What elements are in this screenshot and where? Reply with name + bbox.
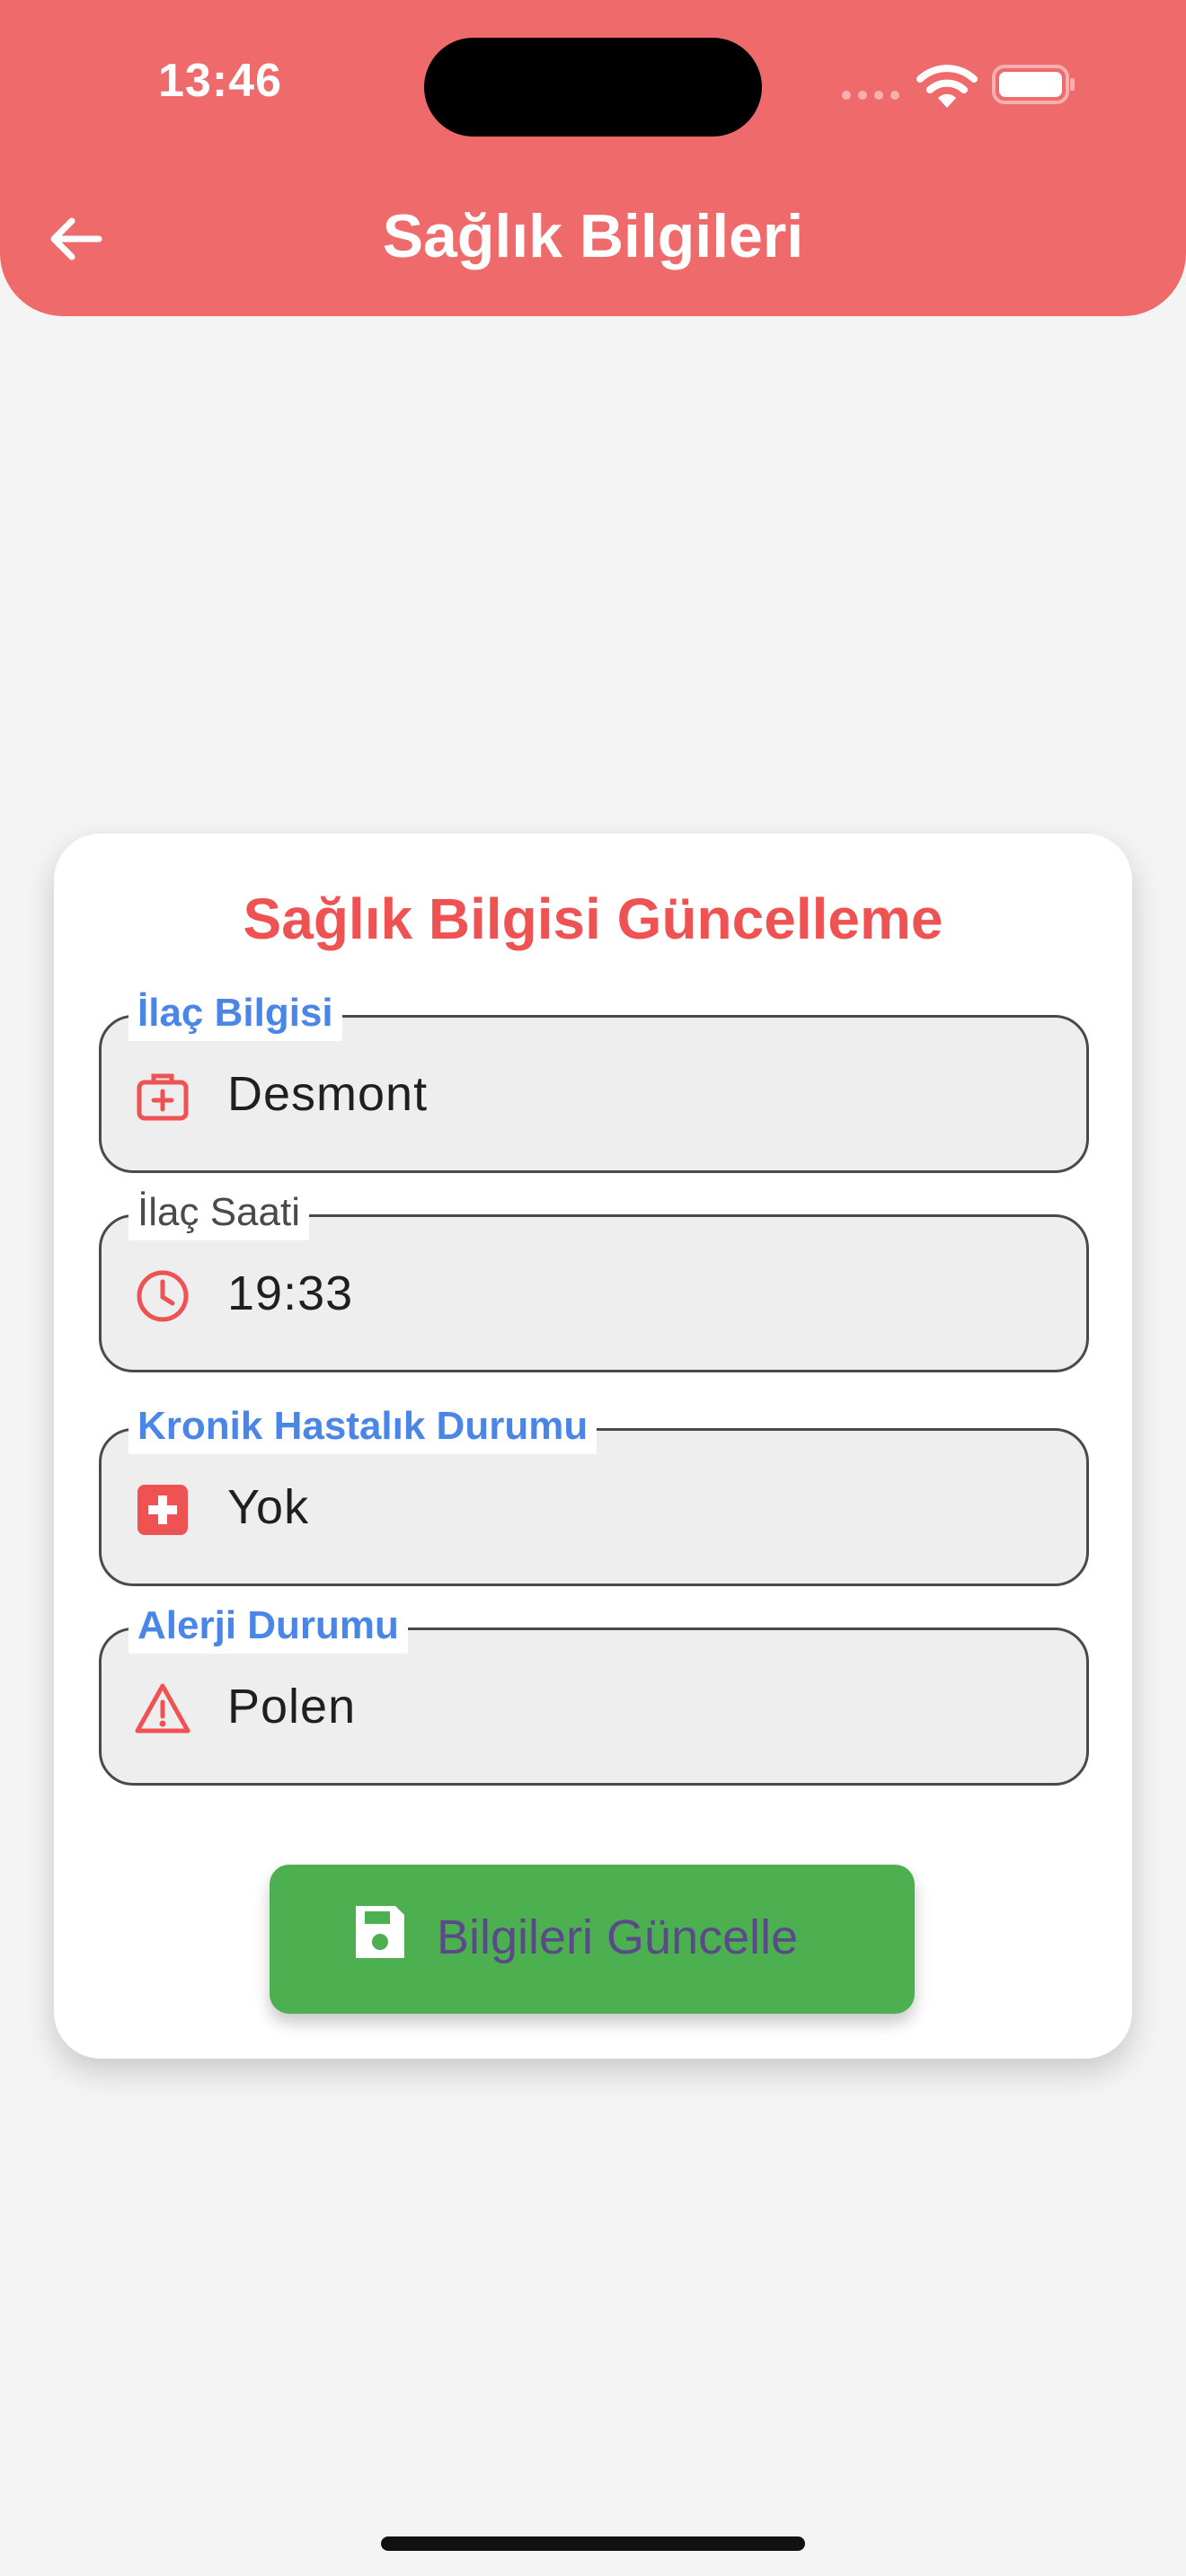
allergy-field[interactable]: Alerji Durumu Polen <box>99 1598 1089 1786</box>
clock-icon <box>137 1270 189 1322</box>
update-info-button[interactable]: Bilgileri Güncelle <box>270 1865 915 2014</box>
app-bar: 13:46 Sağlık Bilgileri <box>0 0 1186 316</box>
medication-info-field[interactable]: İlaç Bilgisi Desmont <box>99 985 1089 1173</box>
health-info-screen: 13:46 Sağlık Bilgileri Sağlık Bilgisi Gü… <box>0 0 1186 2576</box>
chronic-disease-label: Kronik Hastalık Durumu <box>128 1398 597 1454</box>
home-indicator[interactable] <box>381 2536 805 2551</box>
page-title: Sağlık Bilgileri <box>382 202 804 270</box>
dynamic-island <box>424 38 762 137</box>
allergy-label: Alerji Durumu <box>128 1598 408 1654</box>
medication-time-label: İlaç Saati <box>128 1185 309 1240</box>
wifi-icon <box>916 65 978 108</box>
warning-icon <box>135 1683 190 1734</box>
health-update-card: Sağlık Bilgisi Güncelleme İlaç Bilgisi D… <box>54 834 1132 2059</box>
chronic-disease-value: Yok <box>227 1480 310 1534</box>
card-title: Sağlık Bilgisi Güncelleme <box>243 887 943 951</box>
cellular-signal-icon <box>842 91 899 100</box>
medication-info-label: İlaç Bilgisi <box>128 985 342 1041</box>
medical-cross-icon <box>137 1485 188 1535</box>
save-icon <box>356 1906 404 1958</box>
medication-info-value: Desmont <box>227 1067 429 1121</box>
medication-time-value: 19:33 <box>227 1266 354 1320</box>
medication-time-field[interactable]: İlaç Saati 19:33 <box>99 1185 1089 1372</box>
status-time: 13:46 <box>158 55 282 107</box>
allergy-value: Polen <box>227 1680 357 1734</box>
medical-bag-icon <box>137 1073 189 1121</box>
chronic-disease-field[interactable]: Kronik Hastalık Durumu Yok <box>99 1398 1089 1586</box>
battery-icon <box>992 65 1075 104</box>
update-info-button-label: Bilgileri Güncelle <box>437 1910 799 1964</box>
